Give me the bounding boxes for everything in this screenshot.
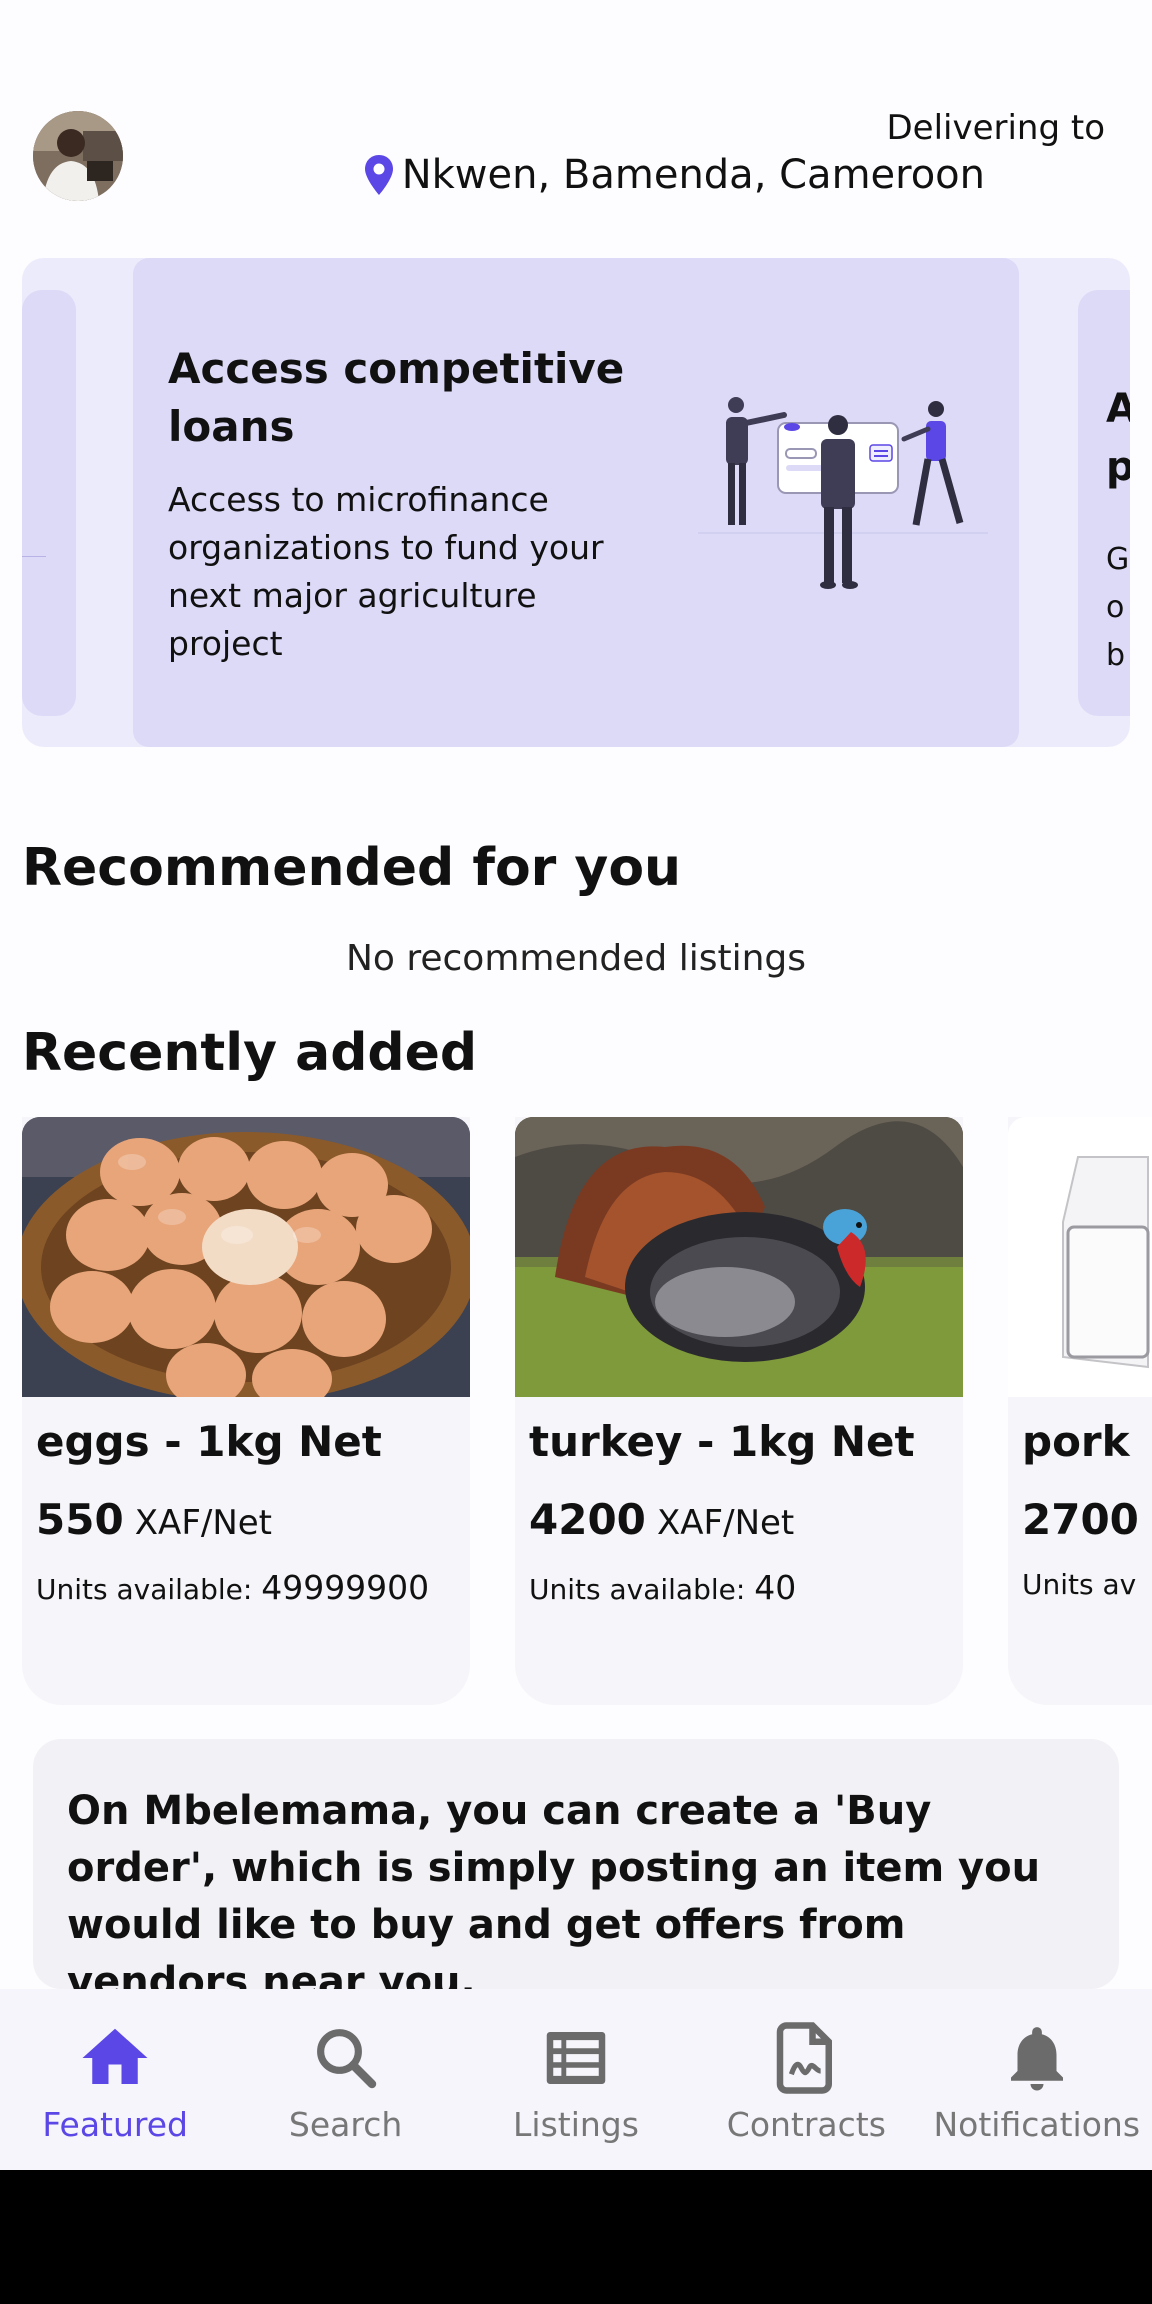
- nav-contracts[interactable]: Contracts: [691, 1989, 921, 2170]
- info-text: On Mbelemama, you can create a 'Buy orde…: [67, 1788, 1041, 2005]
- nav-label: Listings: [513, 2105, 639, 2144]
- listing-units: Units av: [1022, 1568, 1136, 1601]
- recent-title: Recently added: [22, 1023, 478, 1083]
- next-slide-description: Gob: [1106, 542, 1130, 673]
- listing-name: eggs - 1kg Net: [36, 1417, 382, 1466]
- next-slide-title: Ap: [1106, 386, 1130, 490]
- nav-label: Search: [288, 2105, 403, 2144]
- recommended-title: Recommended for you: [22, 838, 682, 898]
- recent-listings-row[interactable]: eggs - 1kg Net 550 XAF/Net Units availab…: [0, 1117, 1152, 1707]
- delivering-label: Delivering to: [886, 108, 1105, 148]
- promo-carousel[interactable]: Access competitive loans Access to micro…: [22, 258, 1130, 747]
- price-unit: XAF/Net: [657, 1503, 795, 1543]
- home-icon: [82, 2028, 148, 2084]
- listing-name: turkey - 1kg Net: [529, 1417, 915, 1466]
- nav-notifications[interactable]: Notifications: [922, 1989, 1152, 2170]
- delivery-info[interactable]: Delivering to: [886, 108, 1105, 148]
- search-icon: [316, 2029, 376, 2089]
- slide-divider: [22, 556, 46, 557]
- units-value: 40: [754, 1568, 797, 1607]
- listing-name: pork: [1022, 1417, 1130, 1466]
- eggs-image: [22, 1117, 470, 1397]
- units-label: Units av: [1022, 1568, 1137, 1601]
- listing-units: Units available: 49999900: [36, 1568, 429, 1607]
- units-label: Units available:: [36, 1573, 262, 1606]
- price-unit: XAF/Net: [134, 1503, 273, 1543]
- listing-price: 550 XAF/Net: [36, 1495, 272, 1544]
- recommended-empty-message: No recommended listings: [345, 938, 807, 979]
- units-value: 49999900: [261, 1568, 430, 1607]
- price-value: 550: [36, 1495, 124, 1544]
- buy-order-info-banner: On Mbelemama, you can create a 'Buy orde…: [33, 1739, 1119, 2005]
- nav-label: Notifications: [933, 2105, 1141, 2144]
- nav-listings[interactable]: Listings: [461, 1989, 691, 2170]
- list-icon: [546, 2032, 606, 2084]
- listing-card-pork[interactable]: pork 2700 Units av: [1008, 1117, 1152, 1705]
- price-value: 2700: [1022, 1495, 1139, 1544]
- carousel-slide-loans[interactable]: Access competitive loans Access to micro…: [133, 258, 1019, 747]
- carousel-slide-next[interactable]: Ap Gob: [1078, 290, 1130, 716]
- slide-description: Access to microfinance organizations to …: [168, 480, 604, 663]
- nav-search[interactable]: Search: [230, 1989, 460, 2170]
- location-pin-icon: [364, 155, 393, 195]
- bottom-navigation: Featured Search Listings Contracts Notif…: [0, 1989, 1152, 2170]
- contract-icon: [777, 2022, 833, 2094]
- listing-units: Units available: 40: [529, 1568, 796, 1607]
- user-avatar[interactable]: [33, 111, 123, 201]
- units-label: Units available:: [529, 1573, 755, 1606]
- bell-icon: [1010, 2027, 1063, 2091]
- location-text: Nkwen, Bamenda, Cameroon: [401, 152, 985, 198]
- nav-featured[interactable]: Featured: [0, 1989, 230, 2170]
- nav-label: Featured: [42, 2105, 189, 2144]
- turkey-image: [515, 1117, 963, 1397]
- listing-price: 2700: [1022, 1495, 1139, 1544]
- listing-card-turkey[interactable]: turkey - 1kg Net 4200 XAF/Net Units avai…: [515, 1117, 963, 1705]
- price-value: 4200: [529, 1495, 646, 1544]
- app-screen: Delivering to Nkwen, Bamenda, Cameroon A…: [0, 0, 1152, 2170]
- listing-price: 4200 XAF/Net: [529, 1495, 794, 1544]
- listing-card-eggs[interactable]: eggs - 1kg Net 550 XAF/Net Units availab…: [22, 1117, 470, 1705]
- business-meeting-illustration: [698, 397, 988, 589]
- slide-title: Access competitive loans: [168, 344, 625, 451]
- carousel-slide-previous[interactable]: [22, 290, 76, 716]
- pork-image: [1008, 1117, 1152, 1397]
- nav-label: Contracts: [726, 2105, 886, 2144]
- delivery-location[interactable]: Nkwen, Bamenda, Cameroon: [364, 152, 985, 198]
